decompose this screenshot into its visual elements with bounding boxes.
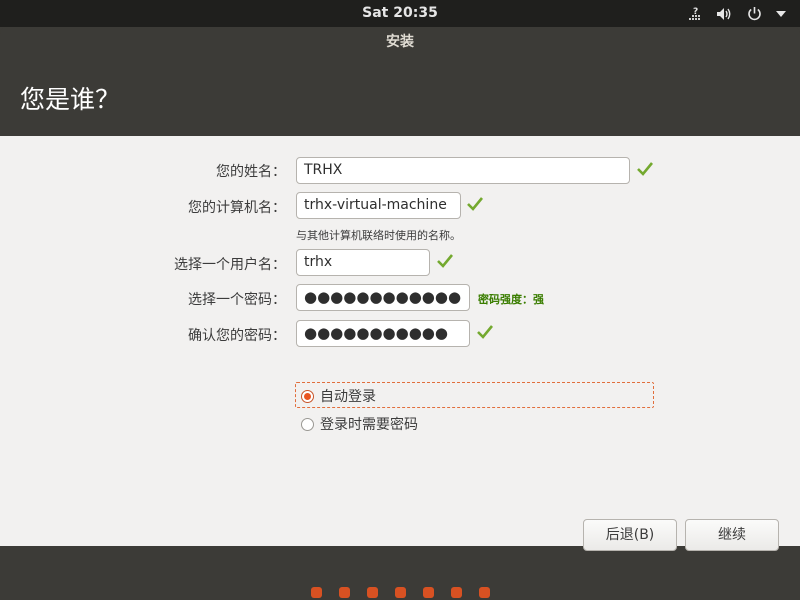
progress-dot	[394, 587, 406, 598]
username-valid-check-icon	[437, 254, 454, 268]
confirm-password-label: 确认您的密码：	[188, 328, 286, 344]
progress-dots	[0, 587, 800, 598]
progress-dot	[422, 587, 434, 598]
require-password-label: 登录时需要密码	[320, 417, 418, 433]
power-icon[interactable]	[747, 4, 762, 23]
computer-name-field[interactable]: trhx-virtual-machine	[296, 192, 461, 219]
progress-dot	[366, 587, 378, 598]
progress-dot	[450, 587, 462, 598]
continue-button[interactable]: 继续	[685, 519, 779, 551]
system-tray: ?	[688, 4, 786, 23]
password-field[interactable]: ●●●●●●●●●●●●	[296, 284, 470, 311]
computer-name-hint: 与其他计算机联络时使用的名称。	[296, 229, 461, 242]
computer-name-label: 您的计算机名：	[188, 200, 286, 216]
network-icon[interactable]: ?	[688, 4, 702, 23]
page-header: 您是谁？	[0, 58, 800, 136]
name-field[interactable]: TRHX	[296, 157, 630, 184]
require-password-option[interactable]: 登录时需要密码	[301, 414, 418, 434]
username-label: 选择一个用户名：	[174, 257, 286, 273]
username-field[interactable]: trhx	[296, 249, 430, 276]
auto-login-radio[interactable]	[301, 389, 314, 403]
confirm-password-valid-check-icon	[477, 325, 494, 339]
name-label: 您的姓名：	[216, 164, 286, 180]
svg-text:?: ?	[693, 7, 698, 17]
auto-login-label: 自动登录	[320, 389, 376, 405]
installer-window: 安装 您是谁？ 您的姓名： TRHX 您的计算机名： trhx-virtual-…	[0, 27, 800, 600]
require-password-radio[interactable]	[301, 417, 314, 431]
name-valid-check-icon	[637, 162, 654, 176]
top-panel: Sat 20:35 ?	[0, 0, 800, 27]
password-strength: 密码强度：强	[478, 293, 544, 306]
back-button[interactable]: 后退(B)	[583, 519, 677, 551]
confirm-password-field[interactable]: ●●●●●●●●●●●	[296, 320, 470, 347]
form-area: 您的姓名： TRHX 您的计算机名： trhx-virtual-machine …	[0, 136, 800, 551]
clock[interactable]: Sat 20:35	[0, 5, 800, 21]
progress-dot	[478, 587, 490, 598]
menu-arrow-icon[interactable]	[776, 4, 786, 23]
window-title: 安装	[386, 34, 414, 50]
progress-dot	[338, 587, 350, 598]
auto-login-option[interactable]: 自动登录	[301, 386, 376, 406]
progress-dot	[310, 587, 322, 598]
volume-icon[interactable]	[716, 4, 733, 23]
password-label: 选择一个密码：	[188, 292, 286, 308]
page-title: 您是谁？	[20, 85, 121, 114]
computer-name-valid-check-icon	[467, 197, 484, 211]
